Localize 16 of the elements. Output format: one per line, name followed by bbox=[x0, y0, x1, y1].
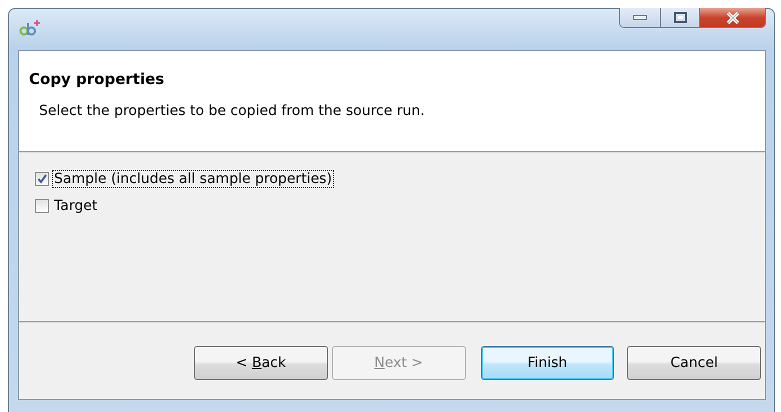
close-button[interactable] bbox=[699, 8, 765, 27]
checkbox[interactable] bbox=[35, 172, 49, 186]
checkbox[interactable] bbox=[35, 199, 49, 213]
maximize-button[interactable] bbox=[660, 8, 699, 27]
minimize-icon bbox=[633, 15, 647, 20]
maximize-icon bbox=[674, 12, 686, 23]
page-description: Select the properties to be copied from the source run. bbox=[39, 103, 425, 119]
app-logo-icon bbox=[19, 19, 41, 37]
checkbox-label[interactable]: Target bbox=[52, 197, 100, 215]
minimize-button[interactable] bbox=[620, 8, 660, 27]
checkbox-label[interactable]: Sample (includes all sample properties) bbox=[52, 170, 334, 188]
dialog-button[interactable]: Cancel bbox=[627, 346, 761, 380]
dialog-button[interactable]: Finish bbox=[480, 346, 614, 380]
page-title: Copy properties bbox=[29, 70, 164, 88]
close-icon bbox=[726, 12, 740, 24]
dialog-button[interactable]: < Back bbox=[194, 346, 328, 380]
